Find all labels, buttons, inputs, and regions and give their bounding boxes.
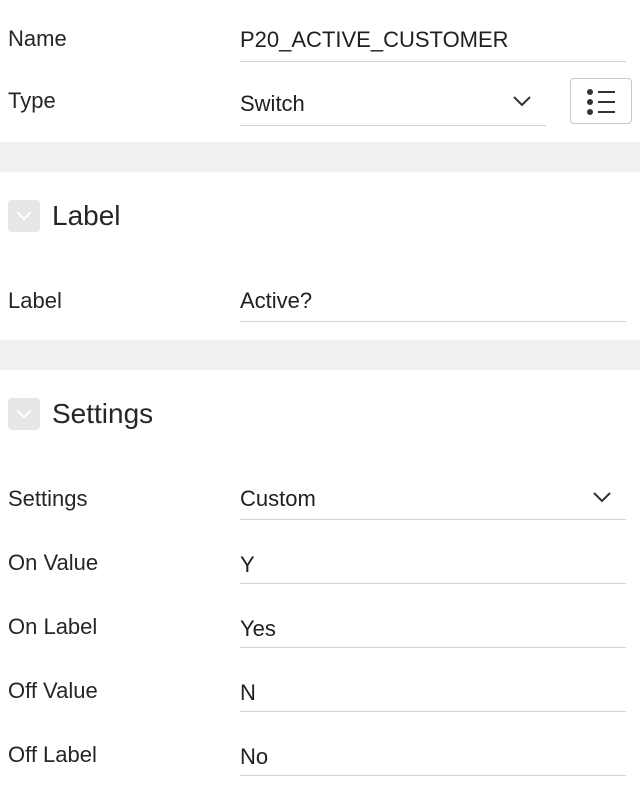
settings-section-title: Settings [52,398,154,429]
list-view-button[interactable] [570,78,632,124]
chevron-down-icon [16,211,32,221]
label-section-title: Label [52,200,121,231]
off-label-field[interactable]: No [240,726,626,776]
on-label-value: Yes [240,616,276,641]
off-value-row: Off Value N [0,652,640,716]
section-divider [0,142,640,172]
on-value-row: On Value Y [0,524,640,588]
off-label-row: Off Label No [0,716,640,780]
type-row: Type Switch [0,64,640,128]
chevron-down-icon [16,409,32,419]
label-row: Label Active? [0,262,640,326]
off-value-value: N [240,680,256,705]
off-label-value: No [240,744,269,769]
property-editor: Name P20_ACTIVE_CUSTOMER Type Switch Lab… [0,0,640,792]
settings-section-toggle[interactable] [8,398,40,430]
off-value-field[interactable]: N [240,662,626,712]
settings-select[interactable]: Custom [240,470,626,520]
on-value-label: On Value [8,550,99,575]
label-section-header[interactable]: Label [0,170,640,260]
label-field[interactable]: Active? [240,272,626,322]
label-value: Active? [240,288,313,313]
type-value: Switch [240,91,305,116]
off-label-label: Off Label [8,742,97,767]
settings-row: Settings Custom [0,460,640,524]
label-section-toggle[interactable] [8,200,40,232]
on-value-field[interactable]: Y [240,534,626,584]
settings-value: Custom [240,486,316,511]
type-select[interactable]: Switch [240,76,546,126]
section-divider [0,340,640,370]
type-label: Type [8,88,56,113]
chevron-down-icon [513,96,531,107]
name-value: P20_ACTIVE_CUSTOMER [240,27,509,52]
settings-section-header[interactable]: Settings [0,368,640,458]
label-label: Label [8,288,62,313]
on-label-field[interactable]: Yes [240,598,626,648]
list-icon [587,89,615,115]
name-field[interactable]: P20_ACTIVE_CUSTOMER [240,12,626,62]
on-value-value: Y [240,552,255,577]
on-label-label: On Label [8,614,98,639]
settings-label: Settings [8,486,88,511]
chevron-down-icon [593,492,611,503]
off-value-label: Off Value [8,678,98,703]
name-row: Name P20_ACTIVE_CUSTOMER [0,0,640,64]
on-label-row: On Label Yes [0,588,640,652]
name-label: Name [8,26,67,51]
